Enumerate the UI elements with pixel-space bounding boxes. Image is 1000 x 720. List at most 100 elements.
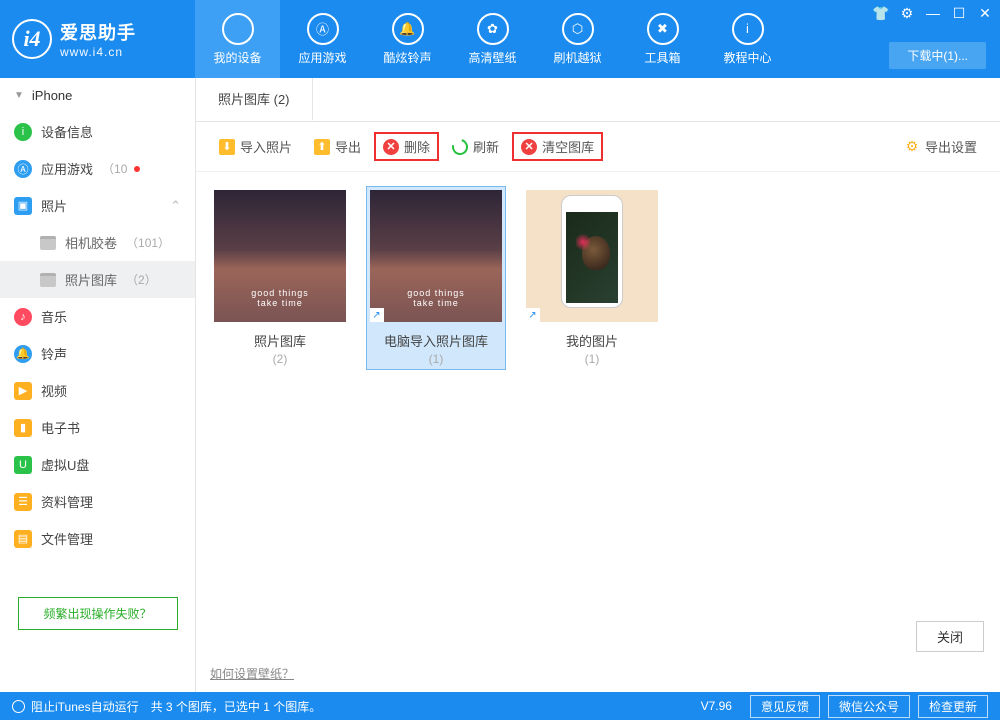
album-card[interactable]: good thingstake time 照片图库 (2) bbox=[210, 186, 350, 370]
shortcut-icon: ↗ bbox=[370, 308, 384, 322]
clear-button[interactable]: ✕清空图库 bbox=[512, 132, 603, 161]
nav-label: 应用游戏 bbox=[298, 49, 346, 66]
export-settings-button[interactable]: ⚙ 导出设置 bbox=[895, 132, 986, 161]
side-icon: ☰ bbox=[14, 493, 32, 511]
side-icon: U bbox=[14, 456, 32, 474]
nav-高清壁纸[interactable]: ✿高清壁纸 bbox=[450, 0, 535, 78]
side-icon: ▤ bbox=[14, 530, 32, 548]
sidebar-item-应用游戏[interactable]: Ⓐ应用游戏（10 bbox=[0, 150, 195, 187]
export-button[interactable]: ⬆导出 bbox=[305, 132, 370, 161]
side-icon: Ⓐ bbox=[14, 160, 32, 178]
sidebar-item-视频[interactable]: ▶ 视频 bbox=[0, 372, 195, 409]
nav-label: 工具箱 bbox=[644, 49, 680, 66]
nav-label: 刷机越狱 bbox=[553, 49, 601, 66]
badge-dot-icon bbox=[134, 166, 140, 172]
folder-icon bbox=[40, 273, 56, 287]
import-icon: ⬇ bbox=[219, 139, 235, 155]
nav-应用游戏[interactable]: Ⓐ 应用游戏 bbox=[280, 0, 365, 78]
side-icon: 🔔 bbox=[14, 345, 32, 363]
delete-label: 删除 bbox=[404, 137, 430, 156]
sidebar-item-铃声[interactable]: 🔔 铃声 bbox=[0, 335, 195, 372]
sidebar-item-音乐[interactable]: ♪音乐 bbox=[0, 298, 195, 335]
sidebar-item-文件管理[interactable]: ▤文件管理 bbox=[0, 520, 195, 557]
side-icon: ▶ bbox=[14, 382, 32, 400]
feedback-button[interactable]: 意见反馈 bbox=[750, 695, 820, 718]
side-label: 音乐 bbox=[41, 307, 67, 326]
album-thumb: good thingstake time bbox=[214, 190, 346, 322]
side-label: 虚拟U盘 bbox=[41, 455, 89, 474]
refresh-icon bbox=[449, 136, 471, 158]
nav-教程中心[interactable]: i 教程中心 bbox=[705, 0, 790, 78]
nav-工具箱[interactable]: ✖ 工具箱 bbox=[620, 0, 705, 78]
sidebar-item-设备信息[interactable]: i 设备信息 bbox=[0, 113, 195, 150]
version-label: V7.96 bbox=[701, 699, 732, 713]
sidebar-item-虚拟U盘[interactable]: U 虚拟U盘 bbox=[0, 446, 195, 483]
import-label: 导入照片 bbox=[240, 137, 292, 156]
album-card[interactable]: ↗ 我的图片 (1) bbox=[522, 186, 662, 370]
album-thumb: good thingstake time↗ bbox=[370, 190, 502, 322]
side-label: 视频 bbox=[41, 381, 67, 400]
minimize-icon[interactable]: — bbox=[924, 4, 942, 22]
maximize-icon[interactable]: ☐ bbox=[950, 4, 968, 22]
album-count: (2) bbox=[214, 352, 346, 366]
device-name: iPhone bbox=[32, 88, 72, 103]
nav-酷炫铃声[interactable]: 🔔 酷炫铃声 bbox=[365, 0, 450, 78]
sidebar-item-相机胶卷[interactable]: 相机胶卷（101） bbox=[0, 224, 195, 261]
close-button[interactable]: 关闭 bbox=[916, 621, 984, 652]
wallpaper-help-link[interactable]: 如何设置壁纸？ bbox=[210, 667, 294, 681]
nav-我的设备[interactable]: 我的设备 bbox=[195, 0, 280, 78]
device-header[interactable]: ▼ iPhone bbox=[0, 78, 195, 113]
nav-label: 我的设备 bbox=[213, 49, 261, 66]
downloads-button[interactable]: 下载中(1)... bbox=[889, 42, 986, 69]
side-count: （2） bbox=[126, 271, 157, 288]
nav-icon: ⬡ bbox=[562, 13, 594, 45]
logo-badge: i4 bbox=[12, 19, 52, 59]
clear-label: 清空图库 bbox=[542, 137, 594, 156]
nav-icon: i bbox=[732, 13, 764, 45]
sidebar-item-电子书[interactable]: ▮电子书 bbox=[0, 409, 195, 446]
side-label: 照片图库 bbox=[65, 270, 117, 289]
side-icon: i bbox=[14, 123, 32, 141]
refresh-button[interactable]: 刷新 bbox=[443, 132, 508, 161]
side-label: 相机胶卷 bbox=[65, 233, 117, 252]
nav-label: 酷炫铃声 bbox=[383, 49, 431, 66]
sidebar-item-照片图库[interactable]: 照片图库 （2） bbox=[0, 261, 195, 298]
nav-icon: Ⓐ bbox=[307, 13, 339, 45]
status-ring-icon bbox=[12, 700, 25, 713]
side-label: 铃声 bbox=[41, 344, 67, 363]
app-title: 爱思助手 bbox=[60, 19, 136, 45]
nav-label: 教程中心 bbox=[723, 49, 771, 66]
side-label: 设备信息 bbox=[41, 122, 93, 141]
wechat-button[interactable]: 微信公众号 bbox=[828, 695, 910, 718]
side-label: 照片 bbox=[41, 196, 67, 215]
side-icon: ▮ bbox=[14, 419, 32, 437]
skin-icon[interactable]: 👕 bbox=[872, 4, 890, 22]
sidebar-item-照片[interactable]: ▣照片⌃ bbox=[0, 187, 195, 224]
itunes-block-toggle[interactable]: 阻止iTunes自动运行 bbox=[31, 698, 139, 715]
album-card[interactable]: good thingstake time↗ 电脑导入照片图库 (1) bbox=[366, 186, 506, 370]
album-count: (1) bbox=[370, 352, 502, 366]
delete-button[interactable]: ✕删除 bbox=[374, 132, 439, 161]
import-button[interactable]: ⬇ 导入照片 bbox=[210, 132, 301, 161]
nav-icon: 🔔 bbox=[392, 13, 424, 45]
gear-icon: ⚙ bbox=[904, 139, 920, 155]
export-settings-label: 导出设置 bbox=[925, 137, 977, 156]
tab-photo-library[interactable]: 照片图库 (2) bbox=[196, 78, 313, 121]
album-title: 我的图片 bbox=[526, 331, 658, 350]
check-update-button[interactable]: 检查更新 bbox=[918, 695, 988, 718]
close-window-icon[interactable]: ✕ bbox=[976, 4, 994, 22]
refresh-label: 刷新 bbox=[473, 137, 499, 156]
sidebar-item-资料管理[interactable]: ☰ 资料管理 bbox=[0, 483, 195, 520]
nav-刷机越狱[interactable]: ⬡ 刷机越狱 bbox=[535, 0, 620, 78]
side-label: 资料管理 bbox=[41, 492, 93, 511]
brand-area: i4 爱思助手 www.i4.cn bbox=[0, 0, 195, 78]
sidebar: ▼ iPhone i设备信息Ⓐ应用游戏（10▣照片⌃相机胶卷（101）照片图库（… bbox=[0, 78, 196, 692]
album-title: 照片图库 bbox=[214, 331, 346, 350]
help-button[interactable]: 频繁出现操作失败？ bbox=[18, 597, 178, 630]
album-thumb: ↗ bbox=[526, 190, 658, 322]
nav-icon: ✖ bbox=[647, 13, 679, 45]
app-url: www.i4.cn bbox=[60, 45, 136, 59]
side-icon: ▣ bbox=[14, 197, 32, 215]
side-label: 应用游戏 bbox=[41, 159, 93, 178]
settings-icon[interactable]: ⚙ bbox=[898, 4, 916, 22]
